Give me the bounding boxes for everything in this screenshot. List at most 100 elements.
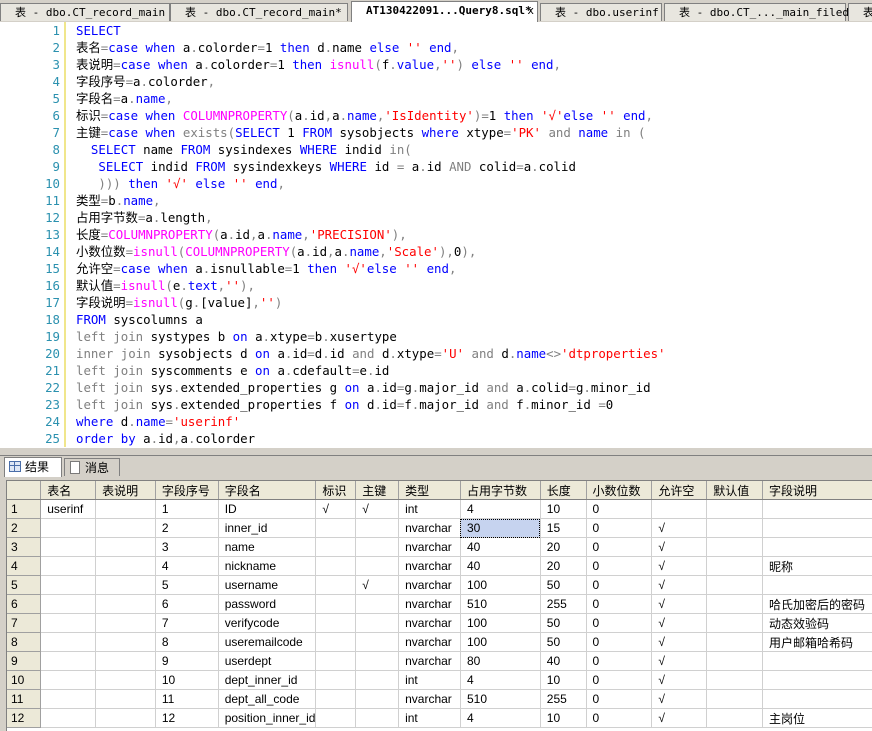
grid-cell[interactable] bbox=[355, 689, 400, 709]
grid-cell[interactable] bbox=[315, 556, 357, 576]
grid-cell[interactable]: 4 bbox=[460, 708, 541, 728]
grid-cell[interactable]: 哈氏加密后的密码 bbox=[762, 594, 872, 614]
row-number[interactable]: 9 bbox=[7, 651, 42, 671]
grid-cell[interactable]: 80 bbox=[460, 651, 541, 671]
editor-tab-5[interactable]: 表 - dbo.CT_..._main_filed bbox=[664, 3, 849, 21]
grid-cell[interactable] bbox=[315, 708, 357, 728]
table-row[interactable]: 12 12 position_inner_id int 4 10 0 √ 主岗位 bbox=[7, 708, 872, 728]
grid-cell[interactable] bbox=[315, 632, 357, 652]
column-header[interactable]: 字段说明 bbox=[762, 481, 872, 500]
row-number[interactable]: 10 bbox=[7, 670, 42, 690]
grid-cell[interactable] bbox=[762, 670, 872, 690]
row-number[interactable]: 2 bbox=[7, 518, 42, 538]
grid-cell[interactable]: password bbox=[218, 594, 317, 614]
column-header[interactable]: 表说明 bbox=[95, 481, 156, 500]
grid-cell[interactable] bbox=[355, 708, 400, 728]
grid-cell[interactable]: √ bbox=[651, 708, 708, 728]
grid-cell[interactable]: 50 bbox=[540, 613, 587, 633]
grid-corner-cell[interactable] bbox=[7, 481, 42, 500]
grid-cell[interactable] bbox=[315, 594, 357, 614]
grid-cell[interactable] bbox=[40, 632, 97, 652]
column-header[interactable]: 字段名 bbox=[218, 481, 317, 500]
column-header[interactable]: 字段序号 bbox=[155, 481, 219, 500]
grid-cell[interactable] bbox=[706, 499, 763, 519]
column-header[interactable]: 标识 bbox=[315, 481, 357, 500]
row-number[interactable]: 12 bbox=[7, 708, 42, 728]
row-number[interactable]: 11 bbox=[7, 689, 42, 709]
grid-cell[interactable]: 9 bbox=[155, 651, 219, 671]
table-row[interactable]: 4 4 nickname nvarchar 40 20 0 √ 昵称 bbox=[7, 556, 872, 576]
grid-cell[interactable]: √ bbox=[355, 575, 400, 595]
row-number[interactable]: 1 bbox=[7, 499, 42, 519]
grid-cell[interactable]: inner_id bbox=[218, 518, 317, 538]
grid-cell[interactable] bbox=[95, 632, 156, 652]
column-header[interactable]: 主键 bbox=[355, 481, 400, 500]
grid-cell[interactable]: 255 bbox=[540, 594, 587, 614]
grid-cell[interactable] bbox=[355, 613, 400, 633]
grid-cell[interactable]: 动态效验码 bbox=[762, 613, 872, 633]
grid-cell[interactable]: 100 bbox=[460, 575, 541, 595]
grid-cell[interactable] bbox=[315, 670, 357, 690]
grid-cell[interactable] bbox=[706, 670, 763, 690]
grid-cell[interactable]: 5 bbox=[155, 575, 219, 595]
grid-cell[interactable] bbox=[762, 689, 872, 709]
grid-cell[interactable] bbox=[40, 708, 97, 728]
grid-cell[interactable]: nickname bbox=[218, 556, 317, 576]
grid-cell[interactable]: √ bbox=[651, 632, 708, 652]
grid-cell[interactable]: 0 bbox=[586, 651, 653, 671]
grid-cell[interactable]: int bbox=[398, 708, 461, 728]
grid-cell[interactable] bbox=[95, 613, 156, 633]
grid-cell[interactable] bbox=[355, 670, 400, 690]
grid-cell[interactable] bbox=[40, 575, 97, 595]
result-tab-2[interactable]: 消息 bbox=[64, 458, 120, 476]
grid-cell[interactable]: 7 bbox=[155, 613, 219, 633]
grid-cell[interactable] bbox=[706, 632, 763, 652]
grid-cell[interactable]: userdept bbox=[218, 651, 317, 671]
grid-cell[interactable] bbox=[40, 651, 97, 671]
column-header[interactable]: 长度 bbox=[540, 481, 587, 500]
grid-cell[interactable] bbox=[762, 499, 872, 519]
column-header[interactable]: 允许空 bbox=[651, 481, 708, 500]
grid-cell[interactable] bbox=[706, 689, 763, 709]
table-row[interactable]: 5 5 username √ nvarchar 100 50 0 √ bbox=[7, 575, 872, 595]
grid-cell[interactable]: √ bbox=[315, 499, 357, 519]
row-number[interactable]: 3 bbox=[7, 537, 42, 557]
grid-cell[interactable]: dept_all_code bbox=[218, 689, 317, 709]
grid-cell[interactable]: 0 bbox=[586, 537, 653, 557]
grid-cell[interactable] bbox=[315, 518, 357, 538]
grid-cell[interactable]: 用户邮箱哈希码 bbox=[762, 632, 872, 652]
editor-tab-3[interactable]: AT130422091...Query8.sql* x bbox=[351, 1, 538, 22]
grid-cell[interactable]: 0 bbox=[586, 670, 653, 690]
table-row[interactable]: 2 2 inner_id nvarchar 30 15 0 √ bbox=[7, 518, 872, 538]
grid-cell[interactable]: 10 bbox=[540, 499, 587, 519]
grid-cell[interactable]: 510 bbox=[460, 594, 541, 614]
column-header[interactable]: 表名 bbox=[40, 481, 97, 500]
column-header[interactable]: 类型 bbox=[398, 481, 461, 500]
grid-cell[interactable]: √ bbox=[651, 594, 708, 614]
grid-cell[interactable]: √ bbox=[651, 575, 708, 595]
grid-cell[interactable] bbox=[40, 594, 97, 614]
row-number[interactable]: 5 bbox=[7, 575, 42, 595]
grid-cell[interactable]: name bbox=[218, 537, 317, 557]
grid-cell[interactable]: username bbox=[218, 575, 317, 595]
grid-cell[interactable] bbox=[706, 613, 763, 633]
grid-cell[interactable] bbox=[315, 651, 357, 671]
grid-cell[interactable] bbox=[651, 499, 708, 519]
grid-cell[interactable]: nvarchar bbox=[398, 575, 461, 595]
grid-cell[interactable]: 20 bbox=[540, 556, 587, 576]
row-number[interactable]: 4 bbox=[7, 556, 42, 576]
grid-cell[interactable]: 1 bbox=[155, 499, 219, 519]
pane-splitter[interactable] bbox=[0, 447, 872, 456]
grid-cell[interactable]: nvarchar bbox=[398, 651, 461, 671]
grid-cell[interactable]: nvarchar bbox=[398, 613, 461, 633]
grid-cell[interactable] bbox=[762, 537, 872, 557]
grid-cell[interactable] bbox=[95, 556, 156, 576]
grid-cell[interactable]: 6 bbox=[155, 594, 219, 614]
grid-cell[interactable]: 0 bbox=[586, 689, 653, 709]
editor-tab-2[interactable]: 表 - dbo.CT_record_main* bbox=[170, 3, 348, 21]
grid-cell[interactable] bbox=[40, 670, 97, 690]
grid-cell[interactable] bbox=[40, 613, 97, 633]
grid-cell[interactable]: 8 bbox=[155, 632, 219, 652]
grid-cell[interactable]: 4 bbox=[460, 499, 541, 519]
grid-cell[interactable] bbox=[40, 689, 97, 709]
